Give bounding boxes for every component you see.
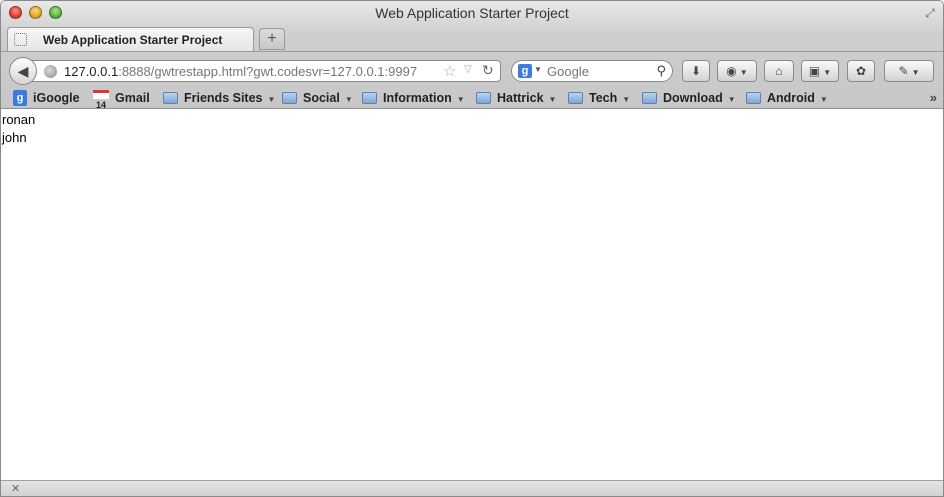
list-item: john bbox=[2, 130, 27, 145]
tab-title: Web Application Starter Project bbox=[43, 33, 223, 47]
bookmark-folder-information[interactable]: Information ▼ bbox=[362, 89, 465, 107]
bookmark-label: Gmail bbox=[115, 91, 150, 105]
bookmark-folder-tech[interactable]: Tech ▼ bbox=[568, 89, 630, 107]
browser-chrome: Web Application Starter Project ⤢ Web Ap… bbox=[1, 1, 943, 110]
navigation-bar: 127.0.0.1:8888/gwtrestapp.html?gwt.codes… bbox=[1, 51, 943, 87]
chevron-down-icon: ▼ bbox=[823, 68, 832, 77]
extension-button[interactable]: ✿ bbox=[847, 60, 875, 82]
bookmark-folder-friends-sites[interactable]: Friends Sites ▼ bbox=[163, 89, 275, 107]
bookmark-label: Hattrick bbox=[497, 91, 544, 105]
search-bar[interactable]: g ▼ ⚲ bbox=[511, 60, 673, 82]
window-title: Web Application Starter Project bbox=[375, 5, 569, 21]
folder-icon bbox=[746, 91, 761, 104]
search-icon[interactable]: ⚲ bbox=[656, 63, 666, 79]
folder-icon bbox=[163, 91, 178, 104]
bookmark-gmail[interactable]: 14 Gmail bbox=[93, 89, 150, 110]
folder-icon bbox=[568, 91, 583, 104]
bookmark-label: Friends Sites bbox=[184, 91, 263, 105]
download-icon: ⬇ bbox=[690, 64, 702, 78]
bookmark-folder-android[interactable]: Android ▼ bbox=[746, 89, 828, 107]
home-icon: ⌂ bbox=[775, 64, 783, 78]
bookmark-folder-hattrick[interactable]: Hattrick ▼ bbox=[476, 89, 556, 107]
url-bar[interactable]: 127.0.0.1:8888/gwtrestapp.html?gwt.codes… bbox=[31, 60, 501, 82]
bookmarks-toolbar: g iGoogle 14 Gmail Friends Sites ▼ Social ▼ … bbox=[1, 87, 943, 110]
chevron-down-icon: ▼ bbox=[727, 95, 736, 104]
downloads-button[interactable]: ⬇ bbox=[682, 60, 710, 82]
chevron-down-icon: ▼ bbox=[548, 95, 557, 104]
close-icon[interactable]: ✕ bbox=[11, 482, 20, 495]
site-identity-icon[interactable] bbox=[44, 65, 57, 78]
bookmark-folder-social[interactable]: Social ▼ bbox=[282, 89, 353, 107]
chevron-down-icon: ▼ bbox=[911, 68, 920, 77]
tab-active[interactable]: Web Application Starter Project bbox=[7, 27, 254, 51]
list-item: ronan bbox=[2, 112, 36, 127]
folder-icon bbox=[362, 91, 377, 104]
title-bar: Web Application Starter Project ⤢ bbox=[1, 1, 943, 25]
browser-window: Web Application Starter Project ⤢ Web Ap… bbox=[0, 0, 944, 497]
bookmark-label: Tech bbox=[589, 91, 618, 105]
home-button[interactable]: ⌂ bbox=[764, 60, 794, 82]
bookmark-star-icon[interactable]: ☆ bbox=[443, 62, 456, 80]
addon-icon: ◉ bbox=[726, 64, 737, 78]
bookmark-label: Download bbox=[663, 91, 723, 105]
folder-icon bbox=[282, 91, 297, 104]
search-input[interactable] bbox=[547, 63, 647, 79]
fullscreen-icon[interactable]: ⤢ bbox=[923, 6, 937, 20]
addon-bar: ✕ bbox=[1, 480, 943, 496]
folder-icon bbox=[642, 91, 657, 104]
new-tab-button[interactable]: + bbox=[259, 28, 285, 50]
tools-button[interactable]: ✎ ▼ bbox=[884, 60, 934, 82]
bookmark-label: Android bbox=[767, 91, 815, 105]
back-button[interactable]: ◀ bbox=[9, 57, 37, 85]
chevron-down-icon: ▼ bbox=[739, 68, 748, 77]
chevron-down-icon: ▼ bbox=[622, 95, 631, 104]
bookmarks-overflow-icon[interactable]: » bbox=[930, 90, 937, 105]
search-engine-caret-icon[interactable]: ▼ bbox=[534, 65, 542, 74]
folder-icon bbox=[476, 91, 491, 104]
chevron-down-icon: ▼ bbox=[344, 95, 353, 104]
extension-icon: ✿ bbox=[855, 64, 867, 78]
bookmark-label: Social bbox=[303, 91, 340, 105]
tools-icon: ✎ bbox=[898, 64, 909, 78]
bookmarks-icon: ▣ bbox=[808, 64, 821, 78]
page-content: ronan john bbox=[1, 109, 943, 480]
url-host: 127.0.0.1 bbox=[64, 64, 119, 79]
gmail-icon: 14 bbox=[93, 89, 109, 110]
page-icon bbox=[14, 33, 27, 46]
chevron-down-icon: ▼ bbox=[267, 95, 276, 104]
chevron-down-icon: ▼ bbox=[456, 95, 465, 104]
tab-strip: Web Application Starter Project + bbox=[1, 25, 943, 51]
url-path: :8888/gwtrestapp.html?gwt.codesvr=127.0.… bbox=[118, 64, 418, 79]
addon-button[interactable]: ◉ ▼ bbox=[717, 60, 757, 82]
bookmarks-menu-button[interactable]: ▣ ▼ bbox=[801, 60, 839, 82]
bookmark-folder-download[interactable]: Download ▼ bbox=[642, 89, 736, 107]
google-icon: g bbox=[13, 89, 27, 106]
reload-icon[interactable]: ↻ bbox=[482, 62, 494, 79]
url-text[interactable]: 127.0.0.1:8888/gwtrestapp.html?gwt.codes… bbox=[64, 64, 417, 79]
bookmark-label: iGoogle bbox=[33, 91, 80, 105]
bookmark-label: Information bbox=[383, 91, 452, 105]
history-dropdown-icon[interactable]: ▽ bbox=[464, 64, 472, 75]
bookmark-igoogle[interactable]: g iGoogle bbox=[13, 89, 80, 107]
google-icon[interactable]: g bbox=[518, 64, 532, 78]
chevron-down-icon: ▼ bbox=[819, 95, 828, 104]
